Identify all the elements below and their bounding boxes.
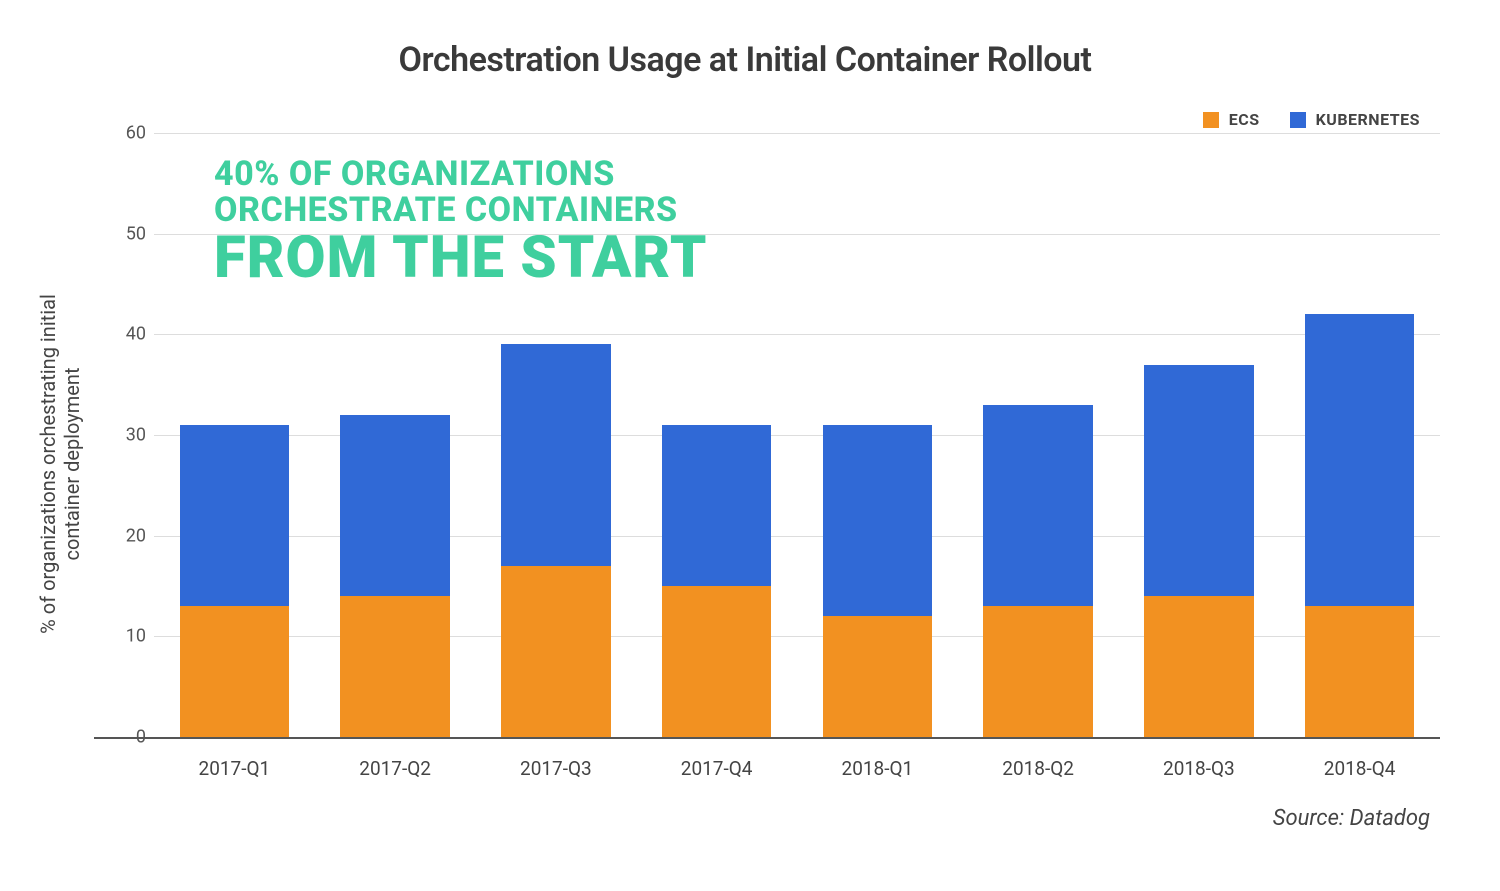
bar-segment-kubernetes <box>180 425 289 606</box>
bar-segment-kubernetes <box>340 415 449 596</box>
bar-segment-ecs <box>1305 606 1414 737</box>
y-tick-label: 60 <box>94 123 146 144</box>
swatch-icon <box>1290 112 1306 128</box>
x-axis-ticks: 2017-Q12017-Q22017-Q32017-Q42018-Q12018-… <box>154 739 1440 780</box>
bar-slot <box>154 133 315 737</box>
y-tick-label: 0 <box>94 727 146 748</box>
x-tick-label: 2018-Q3 <box>1119 757 1280 780</box>
y-axis-label: % of organizations orchestrating initial… <box>36 294 84 634</box>
x-tick-label: 2017-Q1 <box>154 757 315 780</box>
bar-slot <box>1119 133 1280 737</box>
plot-region: 40% OF ORGANIZATIONS ORCHESTRATE CONTAIN… <box>94 133 1440 739</box>
y-tick-label: 40 <box>94 324 146 345</box>
y-tick-label: 50 <box>94 223 146 244</box>
bar-slot <box>315 133 476 737</box>
stacked-bar <box>1144 133 1253 737</box>
legend-label: KUBERNETES <box>1316 110 1420 129</box>
x-tick-label: 2017-Q3 <box>476 757 637 780</box>
bar-segment-kubernetes <box>501 344 610 565</box>
stacked-bar <box>180 133 289 737</box>
bar-segment-kubernetes <box>983 405 1092 606</box>
stacked-bar <box>501 133 610 737</box>
bar-slot <box>636 133 797 737</box>
bar-segment-kubernetes <box>1144 365 1253 597</box>
bar-segment-ecs <box>823 616 932 737</box>
bar-slot <box>1279 133 1440 737</box>
stacked-bar <box>340 133 449 737</box>
swatch-icon <box>1203 112 1219 128</box>
bar-segment-ecs <box>1144 596 1253 737</box>
legend: ECS KUBERNETES <box>94 100 1440 133</box>
bar-slot <box>958 133 1119 737</box>
legend-item-kubernetes: KUBERNETES <box>1290 110 1420 129</box>
x-tick-label: 2018-Q2 <box>958 757 1119 780</box>
bar-segment-ecs <box>180 606 289 737</box>
x-tick-label: 2018-Q4 <box>1279 757 1440 780</box>
bars-container <box>154 133 1440 737</box>
stacked-bar <box>662 133 771 737</box>
chart-title: Orchestration Usage at Initial Container… <box>50 40 1440 80</box>
chart-area: % of organizations orchestrating initial… <box>50 100 1440 780</box>
bar-segment-kubernetes <box>662 425 771 586</box>
legend-label: ECS <box>1229 110 1260 129</box>
stacked-bar <box>1305 133 1414 737</box>
x-tick-label: 2017-Q2 <box>315 757 476 780</box>
bar-segment-kubernetes <box>823 425 932 616</box>
bar-segment-ecs <box>662 586 771 737</box>
stacked-bar <box>823 133 932 737</box>
bar-segment-ecs <box>983 606 1092 737</box>
bar-segment-ecs <box>501 566 610 737</box>
bar-segment-kubernetes <box>1305 314 1414 606</box>
x-tick-label: 2017-Q4 <box>636 757 797 780</box>
x-tick-label: 2018-Q1 <box>797 757 958 780</box>
bar-segment-ecs <box>340 596 449 737</box>
source-attribution: Source: Datadog <box>50 806 1440 831</box>
stacked-bar <box>983 133 1092 737</box>
bar-slot <box>797 133 958 737</box>
y-tick-label: 10 <box>94 626 146 647</box>
y-tick-label: 30 <box>94 425 146 446</box>
bar-slot <box>476 133 637 737</box>
legend-item-ecs: ECS <box>1203 110 1260 129</box>
y-tick-label: 20 <box>94 525 146 546</box>
